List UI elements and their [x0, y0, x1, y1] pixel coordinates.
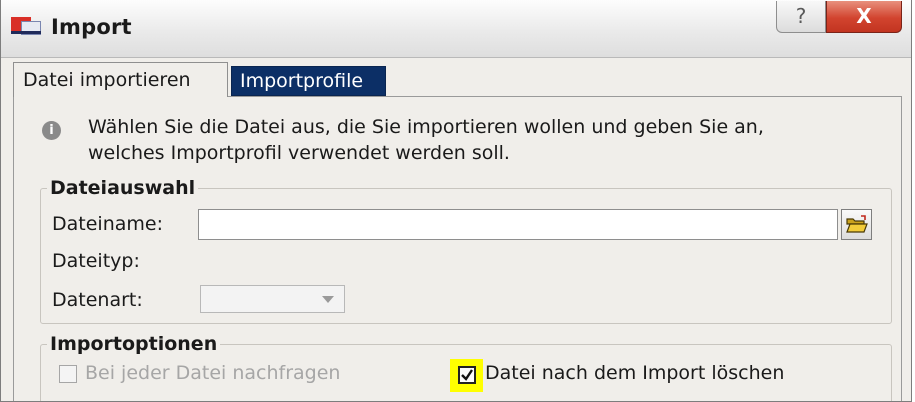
window-title: Import	[51, 15, 132, 39]
close-button[interactable]: X	[826, 1, 902, 33]
option-nachfragen-label: Bei jeder Datei nachfragen	[85, 362, 341, 384]
info-text-line1: Wählen Sie die Datei aus, die Sie import…	[88, 116, 764, 138]
option-loeschen-label[interactable]: Datei nach dem Import löschen	[485, 362, 784, 384]
browse-button[interactable]	[841, 209, 872, 240]
info-icon: i	[42, 121, 61, 140]
chevron-down-icon	[322, 296, 334, 303]
datenart-label: Datenart:	[52, 289, 143, 311]
dateiname-input[interactable]	[198, 209, 838, 240]
import-dialog: Import ? X Datei importieren Importprofi…	[0, 0, 912, 402]
tab-datei-importieren[interactable]: Datei importieren	[13, 62, 228, 97]
folder-open-icon	[846, 215, 868, 233]
info-text-line2: welches Importprofil verwendet werden so…	[88, 142, 510, 164]
dateiauswahl-legend: Dateiauswahl	[47, 177, 199, 199]
importoptionen-legend: Importoptionen	[47, 333, 221, 355]
check-icon	[461, 369, 473, 381]
dateityp-label: Dateityp:	[52, 250, 140, 272]
datenart-select[interactable]	[200, 285, 345, 313]
tab-importprofile[interactable]: Importprofile	[231, 66, 386, 96]
option-loeschen-checkbox[interactable]	[458, 366, 476, 384]
app-icon	[11, 17, 41, 37]
dateiname-label: Dateiname:	[52, 213, 163, 235]
title-bar[interactable]: Import ? X	[1, 0, 911, 58]
help-button[interactable]: ?	[776, 1, 826, 33]
option-nachfragen-checkbox[interactable]	[59, 365, 77, 383]
